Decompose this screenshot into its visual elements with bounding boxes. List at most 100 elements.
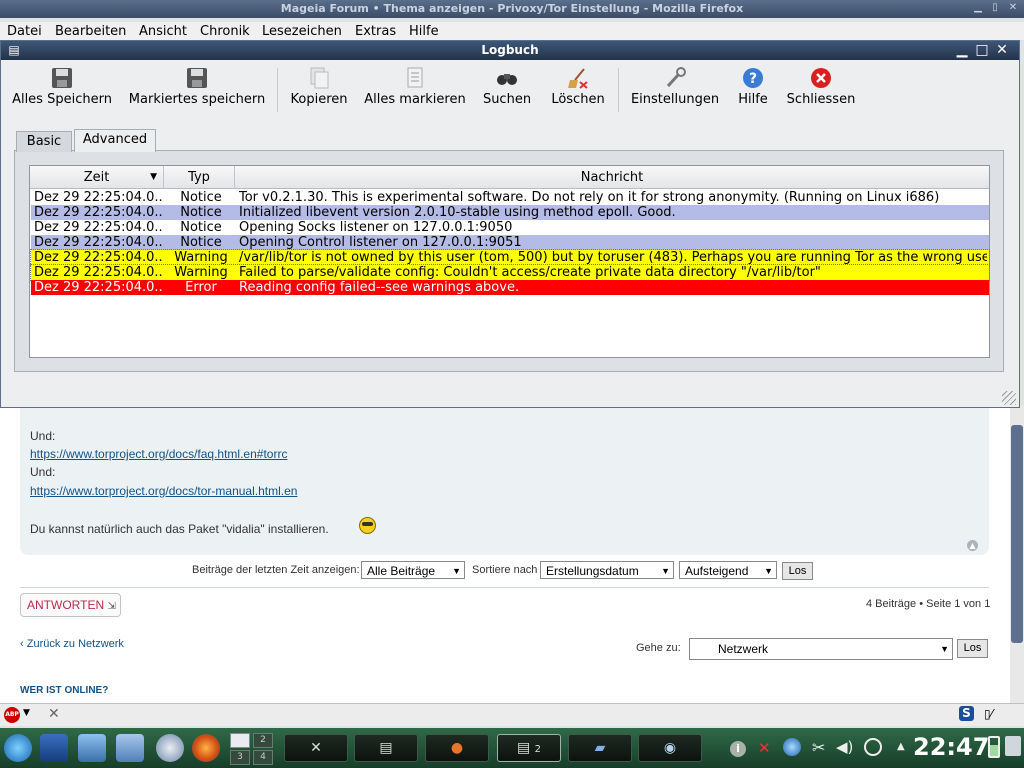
- menu-lesezeichen[interactable]: Lesezeichen: [262, 24, 342, 39]
- sort-label: Sortiere nach: [472, 564, 538, 576]
- close-icon[interactable]: ✕: [1005, 1, 1021, 15]
- select-all-button[interactable]: Alles markieren: [363, 66, 467, 107]
- menu-chronik[interactable]: Chronik: [200, 24, 250, 39]
- cell-time: Dez 29 22:25:04.0...: [34, 205, 162, 220]
- menu-bearbeiten[interactable]: Bearbeiten: [55, 24, 126, 39]
- reply-button-label: ANTWORTEN: [27, 598, 105, 612]
- minimize-icon[interactable]: ▁: [953, 41, 971, 59]
- globe-icon[interactable]: [783, 738, 801, 756]
- system-monitor-icon[interactable]: [78, 734, 106, 762]
- firefox-icon[interactable]: [192, 734, 220, 762]
- reply-button[interactable]: ANTWORTEN ⇲: [20, 593, 121, 617]
- log-table-header: Zeit ▼ Typ Nachricht: [30, 166, 989, 189]
- task-tools[interactable]: ✕: [284, 734, 348, 762]
- kde-menu-icon[interactable]: [4, 734, 32, 762]
- search-button[interactable]: Suchen: [481, 66, 533, 107]
- faq-link[interactable]: https://www.torproject.org/docs/faq.html…: [30, 447, 287, 461]
- task-monitor[interactable]: ▰: [568, 734, 632, 762]
- filter-select[interactable]: Alle Beiträge ▼: [361, 561, 465, 579]
- task-firefox[interactable]: ●: [425, 734, 489, 762]
- info-icon[interactable]: i: [730, 741, 746, 757]
- table-row[interactable]: Dez 29 22:25:04.0... Error Reading config …: [31, 280, 989, 295]
- cell-time: Dez 29 22:25:04.0...: [34, 265, 162, 280]
- help-button[interactable]: ? Hilfe: [734, 66, 772, 107]
- window-menu-icon[interactable]: ▤: [5, 41, 23, 59]
- clipboard-icon[interactable]: [1005, 736, 1021, 756]
- maximize-icon[interactable]: □: [973, 41, 991, 59]
- table-row[interactable]: Dez 29 22:25:04.0... Notice Tor v0.2.1.30.…: [31, 190, 989, 205]
- scissors-icon[interactable]: ✂: [812, 738, 825, 757]
- close-button[interactable]: Schliessen: [785, 66, 857, 107]
- cell-message: /var/lib/tor is not owned by this user (…: [239, 250, 987, 265]
- table-row[interactable]: Dez 29 22:25:04.0... Warning Failed to par…: [30, 264, 990, 281]
- chevron-down-icon[interactable]: ▼: [23, 708, 30, 718]
- chevron-down-icon: ▼: [940, 644, 949, 654]
- copy-label: Kopieren: [290, 92, 348, 107]
- delete-button[interactable]: Löschen: [548, 66, 608, 107]
- delete-label: Löschen: [551, 92, 605, 107]
- tab-basic[interactable]: Basic: [16, 131, 72, 152]
- chevron-up-icon[interactable]: ▲: [897, 741, 905, 752]
- task-vidalia[interactable]: ◉: [638, 734, 702, 762]
- volume-icon[interactable]: ◀): [836, 738, 853, 756]
- home-folder-icon[interactable]: [116, 734, 144, 762]
- menu-ansicht[interactable]: Ansicht: [139, 24, 187, 39]
- save-selected-button[interactable]: Markiertes speichern: [128, 66, 266, 107]
- table-row[interactable]: Dez 29 22:25:04.0... Notice Initialized li…: [31, 205, 989, 220]
- scroll-top-icon[interactable]: ▲: [967, 540, 978, 551]
- close-icon[interactable]: ✕: [993, 41, 1011, 59]
- save-all-button[interactable]: Alles Speichern: [12, 66, 112, 107]
- column-header-time[interactable]: Zeit ▼: [30, 166, 164, 188]
- minimize-icon[interactable]: ▁: [970, 1, 986, 15]
- close-icon[interactable]: ✕: [48, 706, 60, 722]
- smiley-icon: [359, 517, 376, 534]
- jump-go-button[interactable]: Los: [957, 639, 988, 658]
- cell-time: Dez 29 22:25:04.0...: [34, 280, 162, 295]
- table-row[interactable]: Dez 29 22:25:04.0... Warning/var/lib/tor …: [30, 249, 990, 266]
- cell-type: Warning: [174, 250, 228, 265]
- vidalia-onion-icon[interactable]: [156, 734, 184, 762]
- pager-desktop-4[interactable]: 4: [253, 750, 273, 765]
- menu-datei[interactable]: Datei: [7, 24, 42, 39]
- clock[interactable]: 22:47: [913, 733, 989, 761]
- cell-message: Reading config failed--see warnings abov…: [239, 280, 520, 295]
- task-logbuch-group[interactable]: ▤ 2: [497, 734, 561, 762]
- search-label: Suchen: [482, 92, 532, 107]
- battery-icon[interactable]: [988, 736, 1000, 758]
- network-disconnected-icon[interactable]: ✕: [758, 739, 771, 757]
- tab-advanced[interactable]: Advanced: [74, 129, 156, 152]
- show-desktop-icon[interactable]: [40, 734, 68, 762]
- menu-hilfe[interactable]: Hilfe: [409, 24, 439, 39]
- sort-select[interactable]: Erstellungsdatum ▼: [540, 561, 674, 579]
- post-text-und: Und:: [30, 429, 56, 443]
- back-link[interactable]: ‹ Zurück zu Netzwerk: [20, 638, 124, 650]
- maximize-icon[interactable]: ▯: [987, 1, 1003, 15]
- table-row[interactable]: Dez 29 22:25:04.0... Notice Opening Contro…: [31, 235, 989, 250]
- column-header-type[interactable]: Typ: [164, 166, 235, 188]
- tools-icon: ✕: [310, 740, 322, 756]
- filter-go-button[interactable]: Los: [782, 562, 813, 580]
- pager-desktop-3[interactable]: 3: [230, 750, 250, 765]
- manual-link[interactable]: https://www.torproject.org/docs/tor-manu…: [30, 484, 297, 498]
- table-row[interactable]: Dez 29 22:25:04.0... Notice Opening Socks …: [31, 220, 989, 235]
- settings-button[interactable]: Einstellungen: [630, 66, 720, 107]
- page-scrollbar-thumb[interactable]: [1011, 425, 1023, 643]
- copy-button[interactable]: Kopieren: [288, 66, 350, 107]
- cell-type: Notice: [180, 235, 222, 250]
- menu-extras[interactable]: Extras: [355, 24, 396, 39]
- adblock-icon[interactable]: ABP: [4, 707, 20, 723]
- addon-bar-icon[interactable]: ▯⁄: [984, 707, 993, 721]
- toolbar-separator: [277, 68, 278, 112]
- skype-icon[interactable]: S: [959, 706, 974, 721]
- usb-icon[interactable]: [864, 738, 882, 756]
- pagination-info: 4 Beiträge • Seite 1 von 1: [866, 598, 991, 610]
- pager-desktop-1[interactable]: [230, 733, 250, 748]
- column-header-message[interactable]: Nachricht: [235, 166, 989, 188]
- task-document[interactable]: ▤: [354, 734, 418, 762]
- resize-grip-icon[interactable]: [1002, 391, 1016, 405]
- copy-icon: [307, 66, 331, 90]
- order-select[interactable]: Aufsteigend ▼: [679, 561, 777, 579]
- monitor-icon: ▰: [594, 740, 606, 756]
- jump-select[interactable]: Netzwerk ▼: [689, 638, 953, 660]
- pager-desktop-2[interactable]: 2: [253, 733, 273, 748]
